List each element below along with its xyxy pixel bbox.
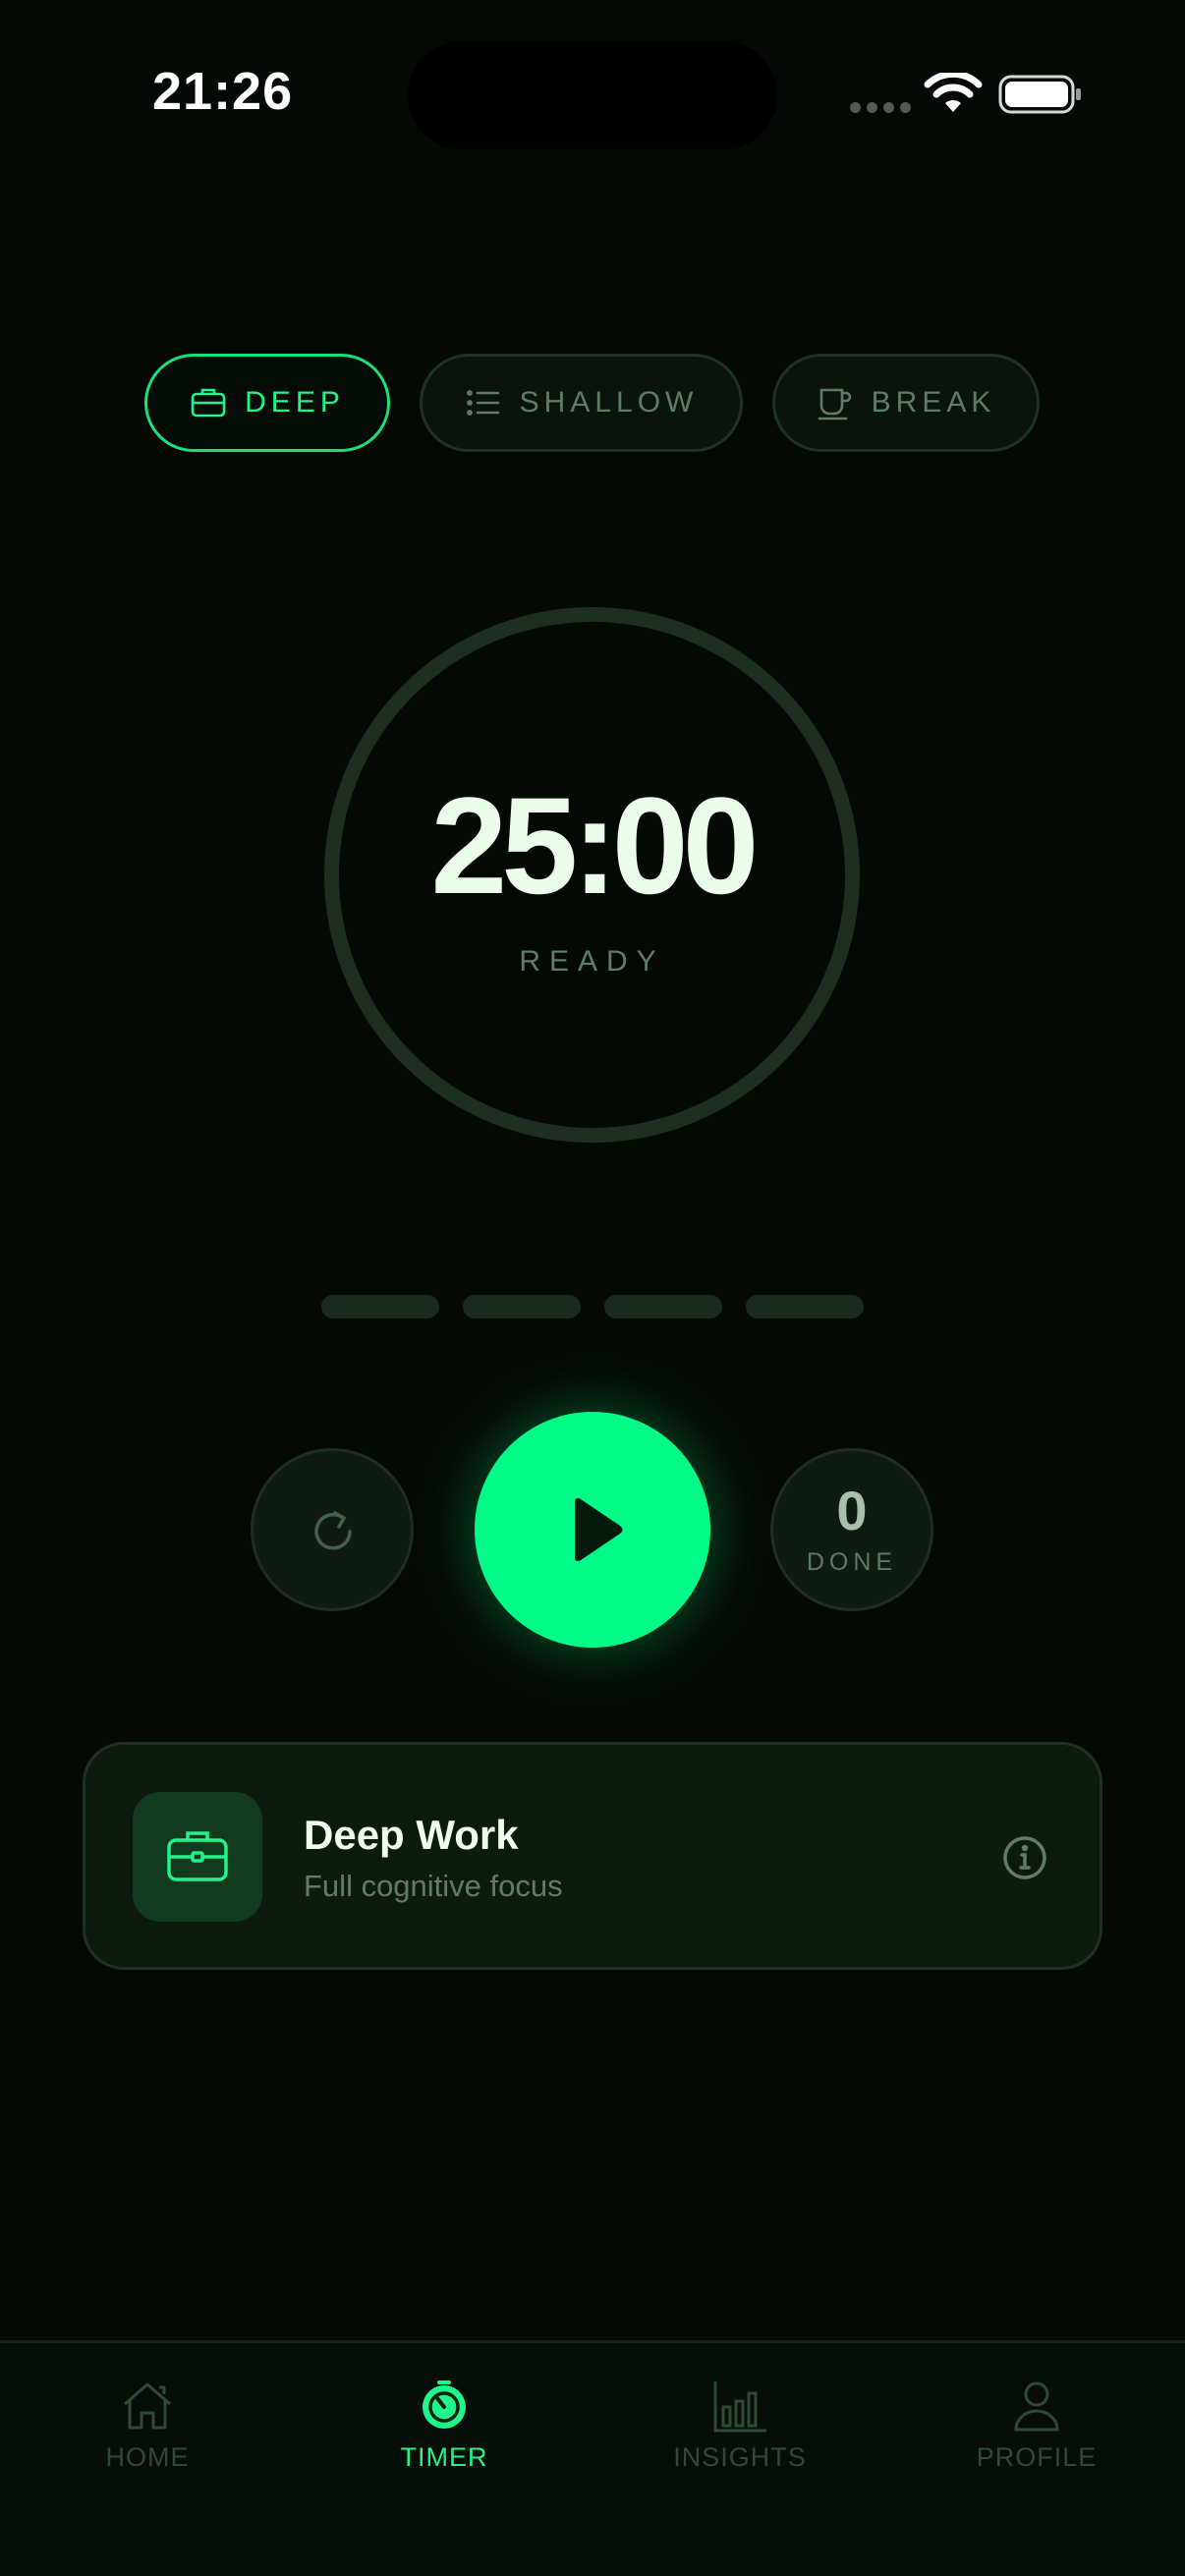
cellular-signal-icon bbox=[850, 102, 911, 113]
mode-break-button[interactable]: BREAK bbox=[772, 354, 1040, 452]
nav-profile[interactable]: PROFILE bbox=[919, 2378, 1155, 2473]
dynamic-island bbox=[408, 41, 777, 149]
play-icon bbox=[575, 1498, 623, 1561]
card-title: Deep Work bbox=[304, 1812, 519, 1858]
session-dash bbox=[604, 1295, 722, 1318]
mode-deep-label: DEEP bbox=[245, 386, 345, 419]
wifi-icon bbox=[924, 73, 983, 112]
battery-icon bbox=[998, 75, 1081, 114]
nav-insights-label: INSIGHTS bbox=[673, 2442, 807, 2472]
session-dash bbox=[321, 1295, 439, 1318]
mode-break-label: BREAK bbox=[871, 386, 996, 419]
list-icon bbox=[466, 390, 499, 416]
mode-shallow-button[interactable]: SHALLOW bbox=[420, 354, 743, 452]
nav-home-label: HOME bbox=[105, 2442, 190, 2472]
timer-state: READY bbox=[519, 945, 665, 978]
status-time: 21:26 bbox=[152, 62, 294, 121]
nav-timer[interactable]: TIMER bbox=[326, 2378, 562, 2473]
card-subtitle: Full cognitive focus bbox=[304, 1869, 563, 1903]
done-label: DONE bbox=[806, 1548, 898, 1576]
person-icon bbox=[1014, 2381, 1059, 2432]
play-button[interactable] bbox=[475, 1412, 710, 1648]
timer-display: 25:00 bbox=[430, 768, 759, 923]
home-icon bbox=[124, 2382, 171, 2430]
bar-chart-icon bbox=[713, 2381, 766, 2433]
reset-button[interactable] bbox=[251, 1448, 414, 1611]
nav-timer-label: TIMER bbox=[400, 2442, 488, 2472]
timer-icon bbox=[423, 2380, 466, 2429]
briefcase-icon bbox=[167, 1831, 228, 1881]
card-icon-tile bbox=[133, 1792, 262, 1922]
nav-profile-label: PROFILE bbox=[976, 2442, 1098, 2472]
nav-home[interactable]: HOME bbox=[29, 2378, 265, 2473]
session-dash bbox=[463, 1295, 581, 1318]
session-dash bbox=[746, 1295, 864, 1318]
mode-shallow-label: SHALLOW bbox=[519, 386, 699, 419]
coffee-cup-icon bbox=[818, 388, 851, 420]
nav-insights[interactable]: INSIGHTS bbox=[622, 2378, 858, 2473]
briefcase-icon bbox=[191, 388, 226, 418]
info-icon[interactable] bbox=[1000, 1833, 1049, 1882]
mode-deep-button[interactable]: DEEP bbox=[144, 354, 390, 452]
done-count: 0 bbox=[836, 1480, 868, 1541]
reset-icon bbox=[314, 1511, 352, 1550]
